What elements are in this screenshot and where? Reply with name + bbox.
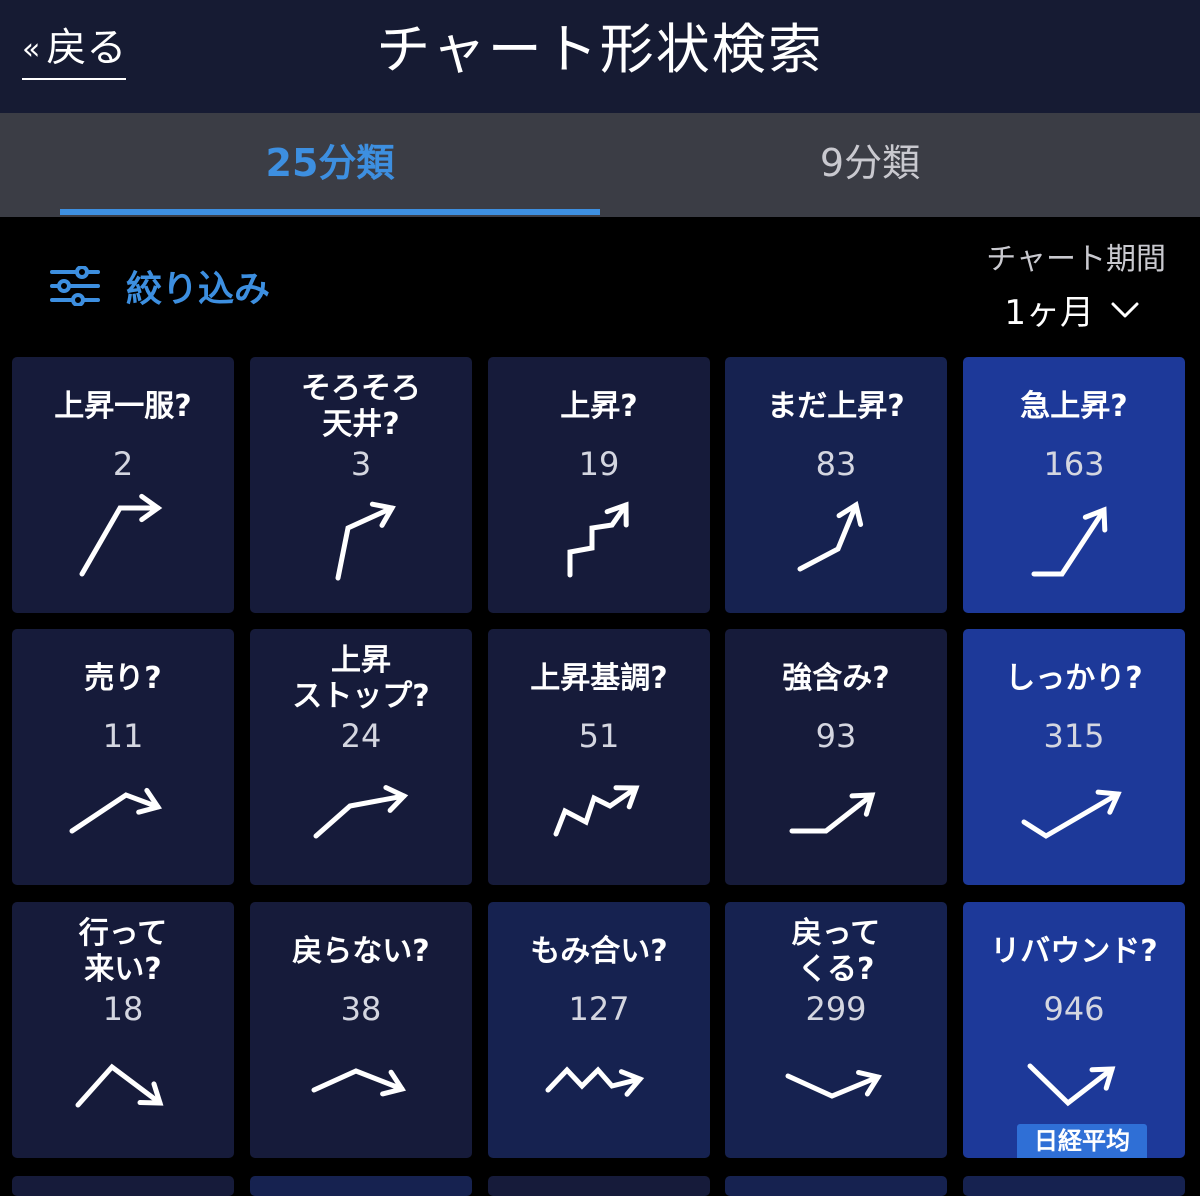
index-badge: 日経平均: [1017, 1124, 1147, 1158]
filter-button[interactable]: 絞り込み: [50, 258, 270, 314]
chart-shape-card[interactable]: 上昇基調? 51: [488, 629, 710, 885]
active-tab-indicator: [60, 209, 600, 215]
page-title: チャート形状検索: [376, 18, 824, 81]
chart-shape-card[interactable]: 行って 来い? 18: [12, 902, 234, 1158]
chart-shape-card[interactable]: 上昇一服? 2: [12, 357, 234, 613]
chart-period-value: 1ヶ月: [1004, 293, 1094, 333]
chart-shape-card[interactable]: 強含み? 93: [725, 629, 947, 885]
step-up-arrow-icon: [567, 501, 629, 578]
chart-period-select[interactable]: 1ヶ月: [1004, 285, 1140, 334]
rise-stop-arrow-icon: [313, 785, 409, 839]
chart-shape-card[interactable]: 戻って くる? 299: [725, 902, 947, 1158]
peak-then-down-arrow-icon: [75, 1063, 164, 1108]
chart-shape-card[interactable]: まだ上昇? 83: [725, 357, 947, 613]
tab-bar: 25分類 9分類: [0, 113, 1200, 217]
down-then-up-arrow-icon: [785, 1069, 882, 1099]
rise-then-flat-arrow-icon: [79, 493, 163, 577]
rise-peaking-arrow-icon: [335, 501, 396, 581]
chart-shape-card[interactable]: 上昇? 19: [488, 357, 710, 613]
chart-shape-card[interactable]: しっかり? 315: [963, 629, 1185, 885]
card-partial[interactable]: [250, 1176, 472, 1196]
tab-25-categories[interactable]: 25分類: [60, 113, 600, 217]
card-partial[interactable]: [12, 1176, 234, 1196]
chart-shape-card[interactable]: 戻らない? 38: [250, 902, 472, 1158]
v-rebound-arrow-icon: [1027, 1063, 1116, 1107]
tab-9-categories[interactable]: 9分類: [600, 113, 1140, 217]
dip-then-up-arrow-icon: [1021, 789, 1122, 839]
chart-shape-card[interactable]: 売り? 11: [12, 629, 234, 885]
rise-then-down-arrow-icon: [311, 1068, 407, 1097]
header-bar: «戻る チャート形状検索: [0, 0, 1200, 113]
continued-rise-arrow-icon: [797, 501, 864, 572]
sliders-icon: [50, 266, 100, 306]
card-partial[interactable]: [963, 1176, 1185, 1196]
card-partial[interactable]: [725, 1176, 947, 1196]
chevron-down-icon: [1111, 302, 1139, 317]
card-partial[interactable]: [488, 1176, 710, 1196]
chart-shape-card[interactable]: もみ合い? 127: [488, 902, 710, 1158]
sharp-rise-arrow-icon: [1031, 506, 1108, 577]
chart-period-label: チャート期間: [986, 242, 1166, 277]
sideways-zigzag-arrow-icon: [545, 1066, 645, 1097]
chart-shape-card[interactable]: 急上昇? 163: [963, 357, 1185, 613]
up-then-dip-arrow-icon: [69, 787, 163, 834]
filter-label: 絞り込み: [126, 269, 271, 310]
flat-then-up-arrow-icon: [789, 792, 876, 834]
chart-shape-card[interactable]: 上昇 ストップ? 24: [250, 629, 472, 885]
chart-shape-card[interactable]: リバウンド? 946 日経平均: [963, 902, 1185, 1158]
chart-shape-card[interactable]: そろそろ 天井? 3: [250, 357, 472, 613]
zigzag-up-arrow-icon: [553, 785, 640, 837]
